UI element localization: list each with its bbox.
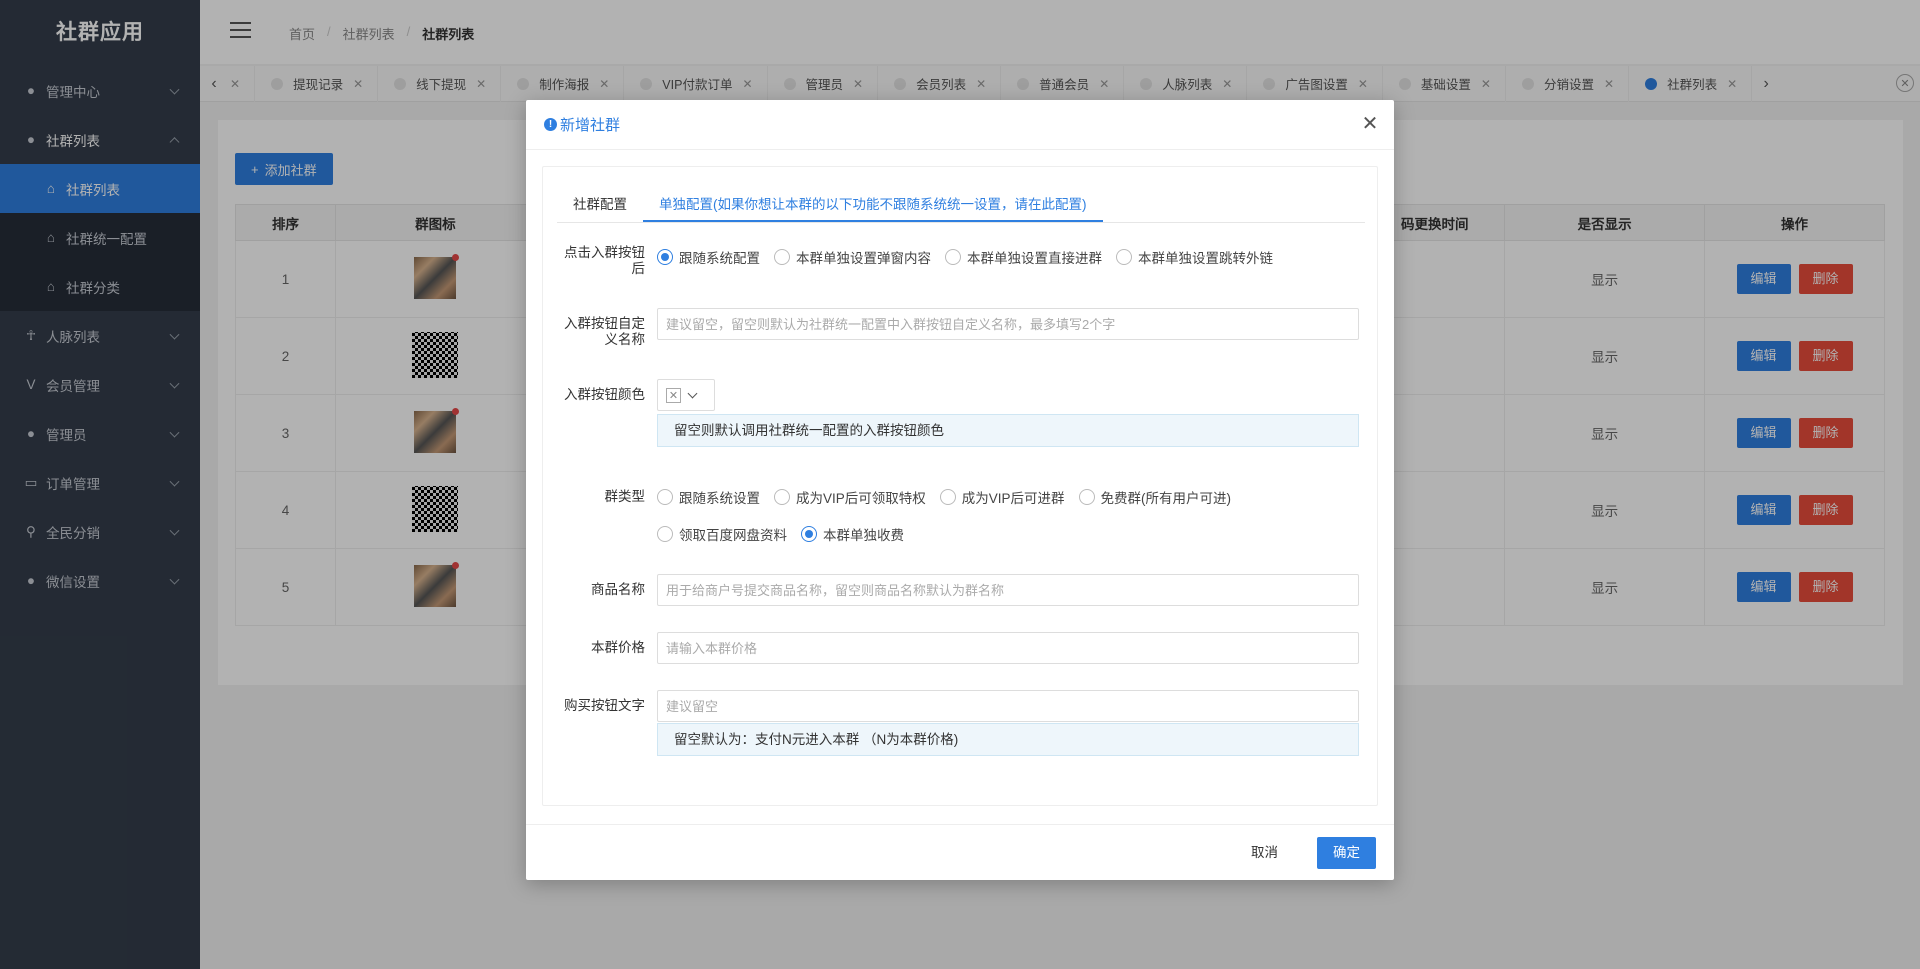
product-name-label: 商品名称 bbox=[591, 582, 645, 597]
join-action-direct[interactable]: 本群单独设置直接进群 bbox=[945, 247, 1102, 267]
dialog-footer: 取消 确定 bbox=[526, 824, 1394, 880]
button-color-hint: 留空则默认调用社群统一配置的入群按钮颜色 bbox=[657, 414, 1359, 447]
group-type-vip-join[interactable]: 成为VIP后可进群 bbox=[939, 487, 1065, 507]
tab-individual-config[interactable]: 单独配置(如果你想让本群的以下功能不跟随系统统一设置，请在此配置) bbox=[643, 189, 1103, 222]
group-type-free[interactable]: 免费群(所有用户可进) bbox=[1078, 487, 1231, 507]
join-action-follow-system[interactable]: 跟随系统配置 bbox=[657, 247, 760, 267]
group-type-vip-privilege[interactable]: 成为VIP后可领取特权 bbox=[774, 487, 926, 507]
button-name-label: 入群按钮自定义名称 bbox=[564, 316, 645, 347]
button-name-input[interactable] bbox=[657, 308, 1359, 340]
tab-group-config[interactable]: 社群配置 bbox=[557, 189, 643, 222]
group-type-label: 群类型 bbox=[604, 489, 646, 504]
join-action-row: 点击入群按钮后 跟随系统配置 本群单独设置弹窗内容 本群单独设置直接进群 本群单… bbox=[557, 245, 1287, 277]
join-action-label: 点击入群按钮后 bbox=[564, 245, 645, 276]
group-type-paid[interactable]: 本群单独收费 bbox=[801, 524, 904, 544]
buy-text-input[interactable] bbox=[657, 690, 1359, 722]
join-action-popup[interactable]: 本群单独设置弹窗内容 bbox=[774, 247, 931, 267]
buy-text-hint: 留空默认为：支付N元进入本群 （N为本群价格) bbox=[657, 723, 1359, 756]
clear-color-icon: ✕ bbox=[666, 387, 681, 403]
dialog-header: ! 新增社群 bbox=[526, 100, 1394, 150]
join-action-external-link[interactable]: 本群单独设置跳转外链 bbox=[1116, 247, 1273, 267]
price-input[interactable] bbox=[657, 632, 1359, 664]
dialog-body: 社群配置 单独配置(如果你想让本群的以下功能不跟随系统统一设置，请在此配置) 点… bbox=[542, 166, 1378, 806]
dialog-title: 新增社群 bbox=[560, 117, 621, 134]
button-color-row: 入群按钮颜色 ✕ 留空则默认调用社群统一配置的入群按钮颜色 bbox=[557, 379, 1359, 447]
price-label: 本群价格 bbox=[591, 640, 645, 655]
product-name-input[interactable] bbox=[657, 574, 1359, 606]
buy-text-row: 购买按钮文字 留空默认为：支付N元进入本群 （N为本群价格) bbox=[557, 690, 1359, 756]
confirm-button[interactable]: 确定 bbox=[1317, 837, 1376, 869]
group-type-baidu-pan[interactable]: 领取百度网盘资料 bbox=[657, 524, 787, 544]
add-group-dialog: ! 新增社群 ✕ 社群配置 单独配置(如果你想让本群的以下功能不跟随系统统一设置… bbox=[526, 100, 1394, 880]
buy-text-label: 购买按钮文字 bbox=[564, 698, 645, 713]
cancel-button[interactable]: 取消 bbox=[1237, 837, 1292, 869]
dialog-tabs: 社群配置 单独配置(如果你想让本群的以下功能不跟随系统统一设置，请在此配置) bbox=[557, 189, 1365, 223]
group-type-follow-system[interactable]: 跟随系统设置 bbox=[657, 487, 760, 507]
chevron-down-icon bbox=[687, 388, 698, 398]
price-row: 本群价格 bbox=[557, 632, 1359, 664]
button-color-label: 入群按钮颜色 bbox=[564, 387, 645, 402]
color-picker[interactable]: ✕ bbox=[657, 379, 715, 411]
close-icon[interactable]: ✕ bbox=[1360, 114, 1380, 134]
product-name-row: 商品名称 bbox=[557, 574, 1359, 606]
group-type-row: 群类型 跟随系统设置 成为VIP后可领取特权 成为VIP后可进群 免费群(所有用… bbox=[557, 487, 1359, 544]
info-icon: ! bbox=[544, 118, 557, 131]
button-name-row: 入群按钮自定义名称 bbox=[557, 308, 1359, 348]
